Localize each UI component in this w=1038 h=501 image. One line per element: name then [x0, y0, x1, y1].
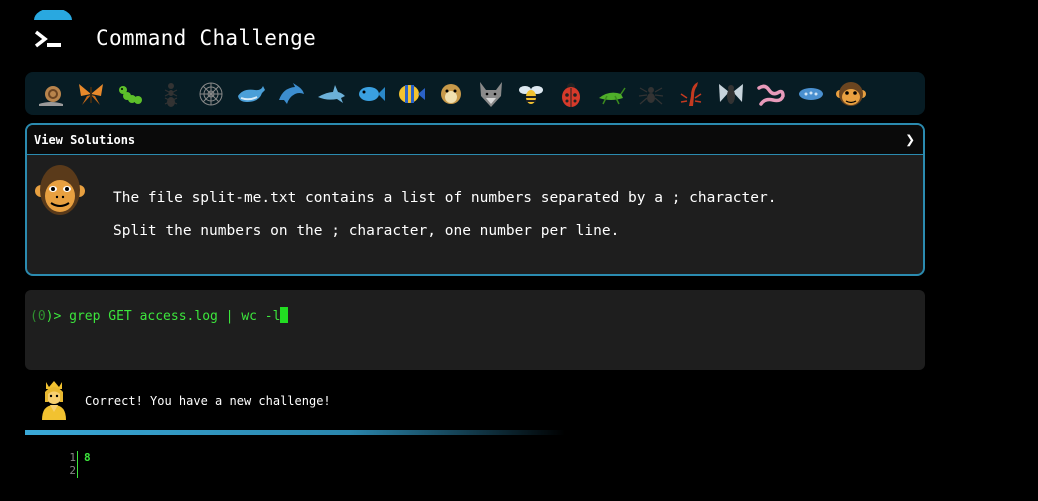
fish-icon[interactable]	[351, 74, 391, 114]
microbe-icon[interactable]	[791, 74, 831, 114]
prompt-open: (	[30, 309, 38, 324]
chevron-right-icon: ❯	[905, 130, 915, 149]
cricket-icon[interactable]	[591, 74, 631, 114]
page-title: Command Challenge	[96, 26, 317, 50]
scorpion-icon[interactable]	[671, 74, 711, 114]
line-number-gutter: 1 2	[60, 451, 76, 477]
pufferfish-icon[interactable]	[431, 74, 471, 114]
prompt-close: )>	[45, 309, 70, 324]
prompt-count: 0	[37, 309, 46, 324]
worm-icon[interactable]	[751, 74, 791, 114]
line-number: 1	[69, 451, 76, 464]
ant-icon[interactable]	[151, 74, 191, 114]
monkey-avatar-icon	[35, 161, 85, 219]
princess-icon	[36, 378, 72, 420]
view-solutions-label: View Solutions	[34, 132, 136, 147]
fly-icon[interactable]	[711, 74, 751, 114]
bee-icon[interactable]	[511, 74, 551, 114]
snail-icon[interactable]	[31, 74, 71, 114]
view-solutions-toggle[interactable]: View Solutions ❯	[27, 125, 923, 155]
challenge-description: The file split-me.txt contains a list of…	[113, 190, 777, 206]
terminal-logo-icon[interactable]	[26, 8, 80, 58]
line-number: 2	[69, 464, 76, 477]
shark-icon[interactable]	[311, 74, 351, 114]
feedback-message: Correct! You have a new challenge!	[85, 394, 331, 408]
spider-icon[interactable]	[631, 74, 671, 114]
butterfly-icon[interactable]	[71, 74, 111, 114]
command-line[interactable]: (0)> grep GET access.log | wc -l	[30, 307, 289, 324]
monkey-icon[interactable]	[831, 74, 871, 114]
spiderweb-icon[interactable]	[191, 74, 231, 114]
caterpillar-icon[interactable]	[111, 74, 151, 114]
badge-bar	[25, 72, 925, 115]
tropical-fish-icon[interactable]	[391, 74, 431, 114]
command-text: grep GET access.log | wc -l	[69, 309, 281, 324]
gutter-divider	[77, 451, 78, 478]
terminal-input-area[interactable]: (0)> grep GET access.log | wc -l	[25, 290, 925, 370]
whale-icon[interactable]	[231, 74, 271, 114]
challenge-card: View Solutions ❯ The file split-me.txt c…	[25, 123, 925, 276]
ladybug-icon[interactable]	[551, 74, 591, 114]
wolf-icon[interactable]	[471, 74, 511, 114]
text-cursor	[280, 307, 289, 323]
challenge-instruction: Split the numbers on the ; character, on…	[113, 223, 620, 239]
command-output: 8	[84, 451, 91, 464]
dolphin-icon[interactable]	[271, 74, 311, 114]
progress-bar	[25, 430, 565, 435]
